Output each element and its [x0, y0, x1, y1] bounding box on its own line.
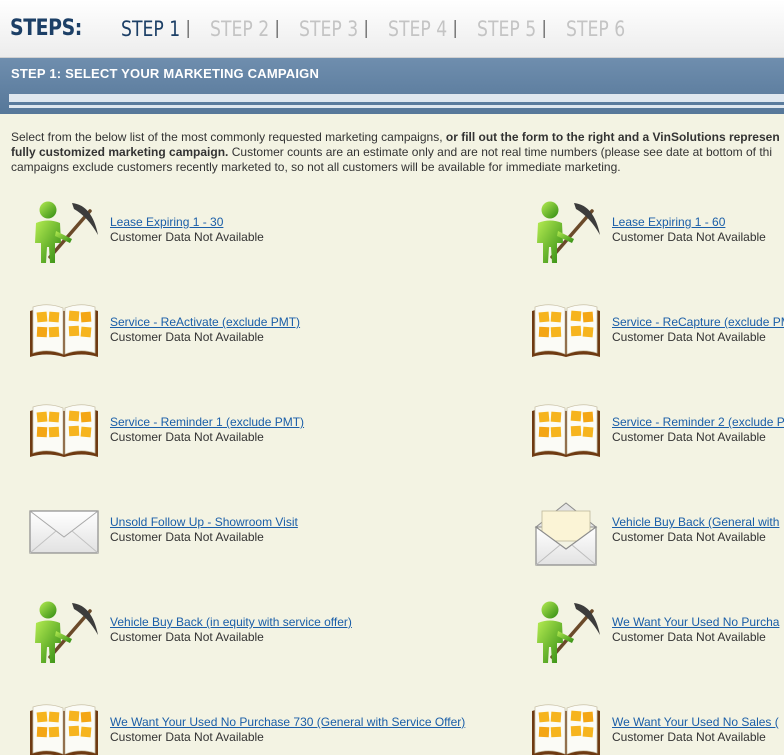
- intro-line2-bold: fully customized marketing campaign.: [11, 145, 229, 159]
- campaign-link[interactable]: We Want Your Used No Purchase 730 (Gener…: [110, 715, 465, 729]
- campaign-status: Customer Data Not Available: [612, 630, 766, 644]
- step-header: STEP 1: SELECT YOUR MARKETING CAMPAIGN: [0, 58, 784, 114]
- campaign-status: Customer Data Not Available: [110, 530, 264, 544]
- campaign-selection-page: STEPS: STEP 1 | STEP 2 | STEP 3 | STEP 4…: [0, 0, 784, 755]
- campaign-link[interactable]: We Want Your Used No Purcha: [612, 615, 779, 629]
- campaign-item: Lease Expiring 1 - 30 Customer Data Not …: [28, 197, 508, 277]
- campaign-status: Customer Data Not Available: [612, 430, 766, 444]
- intro-text: Select from the below list of the most c…: [11, 130, 784, 178]
- open-book-icon[interactable]: [530, 297, 602, 369]
- campaign-item: We Want Your Used No Purcha Customer Dat…: [530, 597, 784, 677]
- campaign-link[interactable]: Service - Reminder 1 (exclude PMT): [110, 415, 304, 429]
- step-title: STEP 1: SELECT YOUR MARKETING CAMPAIGN: [11, 66, 320, 81]
- open-book-icon[interactable]: [28, 697, 100, 755]
- intro-line3: campaigns exclude customers recently mar…: [11, 160, 621, 174]
- open-envelope-icon[interactable]: [530, 497, 602, 569]
- steps-navigation: STEPS: STEP 1 | STEP 2 | STEP 3 | STEP 4…: [0, 0, 784, 58]
- step-3-tab[interactable]: STEP 3: [299, 17, 358, 41]
- campaign-status: Customer Data Not Available: [110, 430, 264, 444]
- pickaxe-person-icon[interactable]: [28, 597, 100, 669]
- campaign-status: Customer Data Not Available: [110, 330, 264, 344]
- campaign-item: Vehicle Buy Back (General with Customer …: [530, 497, 784, 577]
- campaign-status: Customer Data Not Available: [110, 630, 264, 644]
- header-divider: [9, 105, 784, 108]
- campaign-item: Lease Expiring 1 - 60 Customer Data Not …: [530, 197, 784, 277]
- pickaxe-person-icon[interactable]: [530, 597, 602, 669]
- campaign-link[interactable]: Service - ReActivate (exclude PMT): [110, 315, 300, 329]
- campaign-item: We Want Your Used No Sales ( Customer Da…: [530, 697, 784, 755]
- open-book-icon[interactable]: [28, 397, 100, 469]
- campaign-link[interactable]: We Want Your Used No Sales (: [612, 715, 779, 729]
- campaign-link[interactable]: Vehicle Buy Back (General with: [612, 515, 779, 529]
- campaign-item: Unsold Follow Up - Showroom Visit Custom…: [28, 497, 508, 577]
- pickaxe-person-icon[interactable]: [530, 197, 602, 269]
- campaign-status: Customer Data Not Available: [612, 230, 766, 244]
- open-book-icon[interactable]: [28, 297, 100, 369]
- campaign-link[interactable]: Lease Expiring 1 - 60: [612, 215, 725, 229]
- campaign-status: Customer Data Not Available: [612, 730, 766, 744]
- campaign-link[interactable]: Vehicle Buy Back (in equity with service…: [110, 615, 352, 629]
- campaign-item: Service - ReCapture (exclude PM Customer…: [530, 297, 784, 377]
- step-5-tab[interactable]: STEP 5: [477, 17, 536, 41]
- campaign-item: Service - Reminder 2 (exclude P Customer…: [530, 397, 784, 477]
- steps-label: STEPS:: [10, 16, 82, 41]
- campaign-item: Service - Reminder 1 (exclude PMT) Custo…: [28, 397, 508, 477]
- campaign-link[interactable]: Service - Reminder 2 (exclude P: [612, 415, 784, 429]
- open-book-icon[interactable]: [530, 397, 602, 469]
- campaign-link[interactable]: Service - ReCapture (exclude PM: [612, 315, 784, 329]
- intro-line1: Select from the below list of the most c…: [11, 130, 446, 144]
- campaign-status: Customer Data Not Available: [612, 330, 766, 344]
- campaign-link[interactable]: Unsold Follow Up - Showroom Visit: [110, 515, 298, 529]
- campaign-status: Customer Data Not Available: [110, 230, 264, 244]
- campaign-item: Service - ReActivate (exclude PMT) Custo…: [28, 297, 508, 377]
- open-book-icon[interactable]: [530, 697, 602, 755]
- step-1-tab[interactable]: STEP 1: [121, 17, 180, 41]
- campaign-item: Vehicle Buy Back (in equity with service…: [28, 597, 508, 677]
- pickaxe-person-icon[interactable]: [28, 197, 100, 269]
- step-4-tab[interactable]: STEP 4: [388, 17, 447, 41]
- campaign-item: We Want Your Used No Purchase 730 (Gener…: [28, 697, 508, 755]
- step-6-tab[interactable]: STEP 6: [566, 17, 625, 41]
- campaign-status: Customer Data Not Available: [612, 530, 766, 544]
- intro-line1-bold: or fill out the form to the right and a …: [445, 130, 780, 144]
- step-2-tab[interactable]: STEP 2: [210, 17, 269, 41]
- campaign-status: Customer Data Not Available: [110, 730, 264, 744]
- campaign-link[interactable]: Lease Expiring 1 - 30: [110, 215, 223, 229]
- closed-envelope-icon[interactable]: [28, 497, 100, 569]
- intro-line2: Customer counts are an estimate only and…: [228, 145, 773, 159]
- header-divider: [9, 94, 784, 102]
